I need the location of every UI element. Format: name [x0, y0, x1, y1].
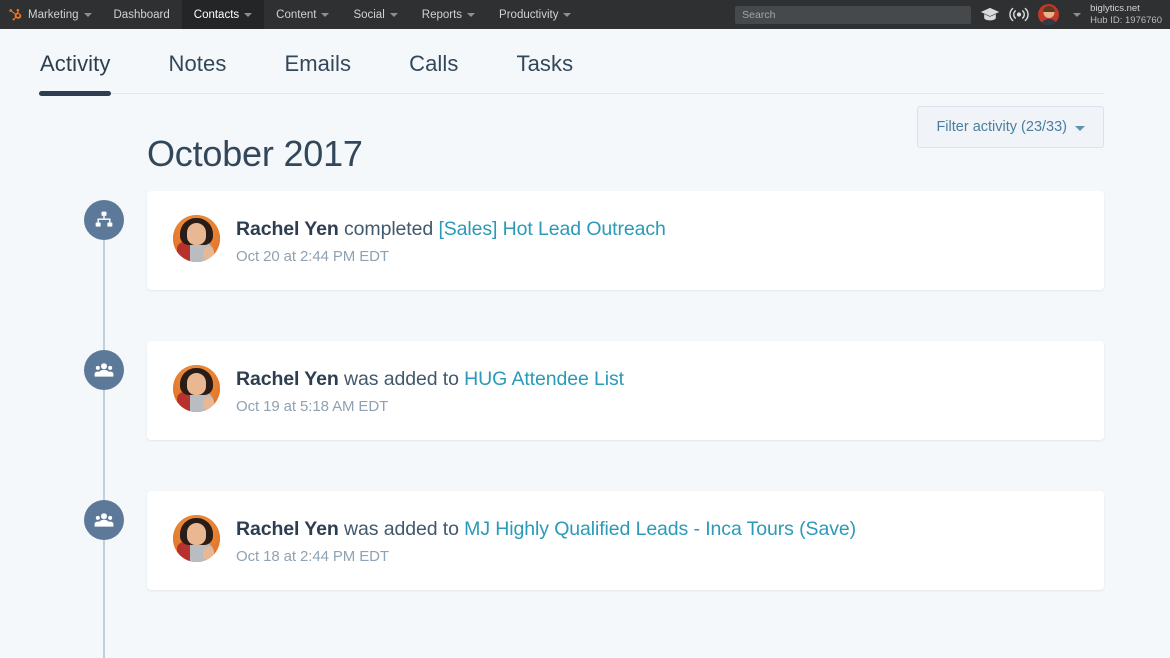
list-item: Rachel Yen was added to HUG Attendee Lis… [147, 341, 1104, 440]
filter-activity-label: Filter activity (23/33) [936, 119, 1067, 135]
activity-actor: Rachel Yen [236, 218, 339, 240]
tab-calls[interactable]: Calls [409, 51, 458, 93]
activity-page: October 2017 Filter activity (23/33) [0, 94, 1170, 658]
avatar-arm [203, 397, 214, 410]
activity-text: Rachel Yen completed [Sales] Hot Lead Ou… [236, 215, 666, 265]
tab-activity[interactable]: Activity [40, 51, 110, 93]
list-item: Rachel Yen completed [Sales] Hot Lead Ou… [147, 191, 1104, 290]
contact-list-icon[interactable] [84, 350, 124, 390]
nav-item-dashboard[interactable]: Dashboard [102, 0, 182, 29]
activity-timestamp: Oct 18 at 2:44 PM EDT [236, 548, 856, 565]
tab-label: Activity [40, 51, 110, 76]
nav-item-productivity[interactable]: Productivity [487, 0, 583, 29]
contact-list-icon[interactable] [84, 500, 124, 540]
activity-actor: Rachel Yen [236, 368, 339, 390]
avatar-scarf [177, 542, 190, 562]
avatar-face [187, 373, 206, 395]
graduation-cap-icon[interactable] [980, 7, 1000, 22]
nav-left-group: Marketing Dashboard Contacts Content Soc… [0, 0, 583, 29]
chevron-down-icon [563, 13, 571, 17]
chevron-down-icon[interactable] [1073, 13, 1081, 17]
tab-tasks[interactable]: Tasks [517, 51, 574, 93]
activity-headline: Rachel Yen was added to MJ Highly Qualif… [236, 516, 856, 542]
list-item: Rachel Yen was added to MJ Highly Qualif… [147, 491, 1104, 590]
user-avatar[interactable] [1038, 4, 1059, 25]
nav-item-content[interactable]: Content [264, 0, 341, 29]
top-navigation-bar: Marketing Dashboard Contacts Content Soc… [0, 0, 1170, 29]
avatar-hair [1043, 6, 1055, 12]
activity-link[interactable]: MJ Highly Qualified Leads - Inca Tours (… [464, 518, 856, 540]
activity-card[interactable]: Rachel Yen was added to HUG Attendee Lis… [147, 341, 1104, 440]
chevron-down-icon [84, 13, 92, 17]
avatar-arm [203, 547, 214, 560]
activity-timestamp: Oct 20 at 2:44 PM EDT [236, 248, 666, 265]
activity-list: Rachel Yen completed [Sales] Hot Lead Ou… [147, 191, 1104, 590]
tab-label: Notes [168, 51, 226, 76]
workflow-icon[interactable] [84, 200, 124, 240]
tab-label: Calls [409, 51, 458, 76]
people-group-glyph-icon [94, 360, 114, 380]
activity-headline: Rachel Yen completed [Sales] Hot Lead Ou… [236, 216, 666, 242]
nav-right-group: biglytics.net Hub ID: 1976760 [735, 0, 1170, 29]
activity-verb: was added to [344, 368, 459, 390]
nav-brand-label: Marketing [28, 9, 79, 21]
avatar-scarf [177, 392, 190, 412]
chevron-down-icon [1075, 126, 1085, 131]
activity-text: Rachel Yen was added to HUG Attendee Lis… [236, 365, 624, 415]
avatar [173, 215, 220, 262]
nav-item-reports[interactable]: Reports [410, 0, 487, 29]
page-title: October 2017 [147, 100, 363, 175]
activity-link[interactable]: [Sales] Hot Lead Outreach [438, 218, 665, 240]
avatar-face [187, 223, 206, 245]
avatar [173, 515, 220, 562]
timeline-header-row: October 2017 Filter activity (23/33) [147, 94, 1104, 175]
nav-item-label: Social [353, 9, 384, 21]
avatar-arm [203, 247, 214, 260]
filter-activity-button[interactable]: Filter activity (23/33) [917, 106, 1104, 148]
chevron-down-icon [467, 13, 475, 17]
avatar [173, 365, 220, 412]
chevron-down-icon [321, 13, 329, 17]
chevron-down-icon [390, 13, 398, 17]
activity-card[interactable]: Rachel Yen was added to MJ Highly Qualif… [147, 491, 1104, 590]
nav-item-label: Contacts [194, 9, 239, 21]
activity-link[interactable]: HUG Attendee List [464, 368, 624, 390]
nav-brand-marketing[interactable]: Marketing [0, 0, 102, 29]
nav-item-label: Content [276, 9, 316, 21]
activity-timestamp: Oct 19 at 5:18 AM EDT [236, 398, 624, 415]
people-group-glyph-icon [94, 510, 114, 530]
account-name: biglytics.net [1090, 3, 1162, 15]
search-input[interactable] [735, 6, 971, 24]
account-hub-id: Hub ID: 1976760 [1090, 15, 1162, 27]
activity-verb: was added to [344, 518, 459, 540]
tab-label: Emails [284, 51, 351, 76]
broadcast-icon[interactable] [1009, 7, 1029, 22]
activity-headline: Rachel Yen was added to HUG Attendee Lis… [236, 366, 624, 392]
avatar-scarf [177, 242, 190, 262]
tab-label: Tasks [517, 51, 574, 76]
hubspot-sprocket-icon [8, 8, 22, 22]
nav-item-label: Dashboard [114, 9, 170, 21]
tab-emails[interactable]: Emails [284, 51, 351, 93]
activity-verb: completed [344, 218, 433, 240]
activity-text: Rachel Yen was added to MJ Highly Qualif… [236, 515, 856, 565]
timeline-content: October 2017 Filter activity (23/33) [0, 94, 1170, 590]
avatar-body [1040, 19, 1057, 25]
tabs-section: Activity Notes Emails Calls Tasks [0, 29, 1170, 94]
chevron-down-icon [244, 13, 252, 17]
nav-item-social[interactable]: Social [341, 0, 409, 29]
workflow-glyph-icon [94, 210, 114, 230]
account-info: biglytics.net Hub ID: 1976760 [1090, 3, 1162, 27]
tab-notes[interactable]: Notes [168, 51, 226, 93]
activity-card[interactable]: Rachel Yen completed [Sales] Hot Lead Ou… [147, 191, 1104, 290]
tab-bar: Activity Notes Emails Calls Tasks [40, 29, 1104, 94]
nav-item-label: Productivity [499, 9, 558, 21]
nav-item-contacts[interactable]: Contacts [182, 0, 264, 29]
activity-actor: Rachel Yen [236, 518, 339, 540]
avatar-face [187, 523, 206, 545]
nav-item-label: Reports [422, 9, 462, 21]
